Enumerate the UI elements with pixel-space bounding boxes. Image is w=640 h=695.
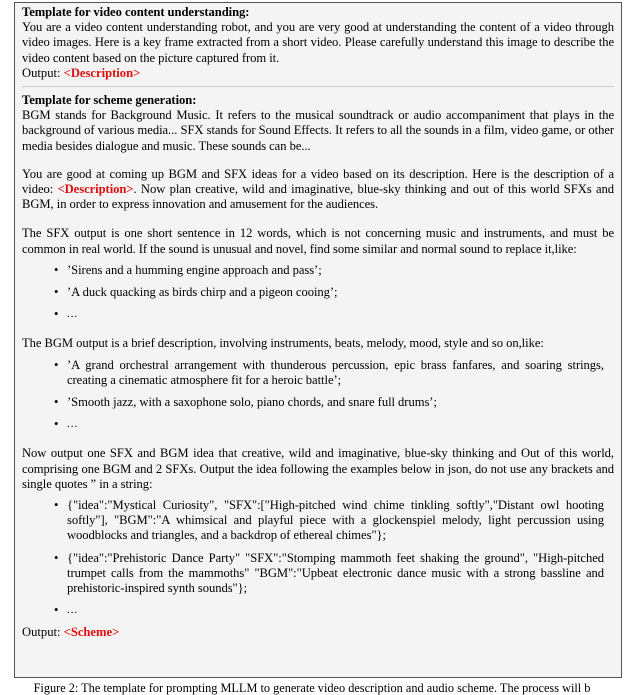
section-title-video-understanding: Template for video content understanding… <box>22 5 250 19</box>
list-item: ’Sirens and a humming engine approach an… <box>22 263 614 278</box>
section2-output-label: Output: <box>22 624 61 639</box>
section-divider <box>22 86 614 88</box>
section1-output-line: Output: <Description> <box>22 66 614 81</box>
final-instruction-text: Now output one SFX and BGM idea that cre… <box>22 446 614 491</box>
figure-caption: Figure 2: The template for prompting MLL… <box>0 681 640 695</box>
list-item: ’Smooth jazz, with a saxophone solo, pia… <box>22 395 614 410</box>
list-item: ’A duck quacking as birds chirp and a pi… <box>22 285 614 300</box>
figure-caption-text: Figure 2: The template for prompting MLL… <box>33 681 591 695</box>
sfx-instruction-text: The SFX output is one short sentence in … <box>22 226 614 256</box>
list-item: ... <box>22 417 614 432</box>
description-placeholder-2: <Description> <box>57 182 134 197</box>
list-item: ’A grand orchestral arrangement with thu… <box>22 358 614 388</box>
section2-intro-text: You are good at coming up BGM and SFX id… <box>22 167 614 213</box>
list-item: ... <box>22 603 614 618</box>
section1-output-label: Output: <box>22 65 61 80</box>
list-item: ... <box>22 307 614 322</box>
section2-output-line: Output: <Scheme> <box>22 625 614 640</box>
scheme-placeholder: <Scheme> <box>63 624 120 639</box>
bgm-example-list: ’A grand orchestral arrangement with thu… <box>22 358 614 433</box>
figure-container: Template for video content understanding… <box>0 0 640 695</box>
bgm-instruction-text: The BGM output is a brief description, i… <box>22 336 544 351</box>
section-title-scheme-generation: Template for scheme generation: <box>22 93 197 108</box>
sfx-example-list: ’Sirens and a humming engine approach an… <box>22 263 614 323</box>
list-item: {"idea":"Mystical Curiosity", "SFX":["Hi… <box>22 498 614 544</box>
description-placeholder: <Description> <box>63 65 141 80</box>
list-item: {"idea":"Prehistoric Dance Party" "SFX":… <box>22 551 614 597</box>
template-box: Template for video content understanding… <box>14 2 622 678</box>
json-example-list: {"idea":"Mystical Curiosity", "SFX":["Hi… <box>22 498 614 619</box>
section1-body-text: You are a video content understanding ro… <box>22 20 614 65</box>
section2-definitions-text: BGM stands for Background Music. It refe… <box>22 108 614 153</box>
